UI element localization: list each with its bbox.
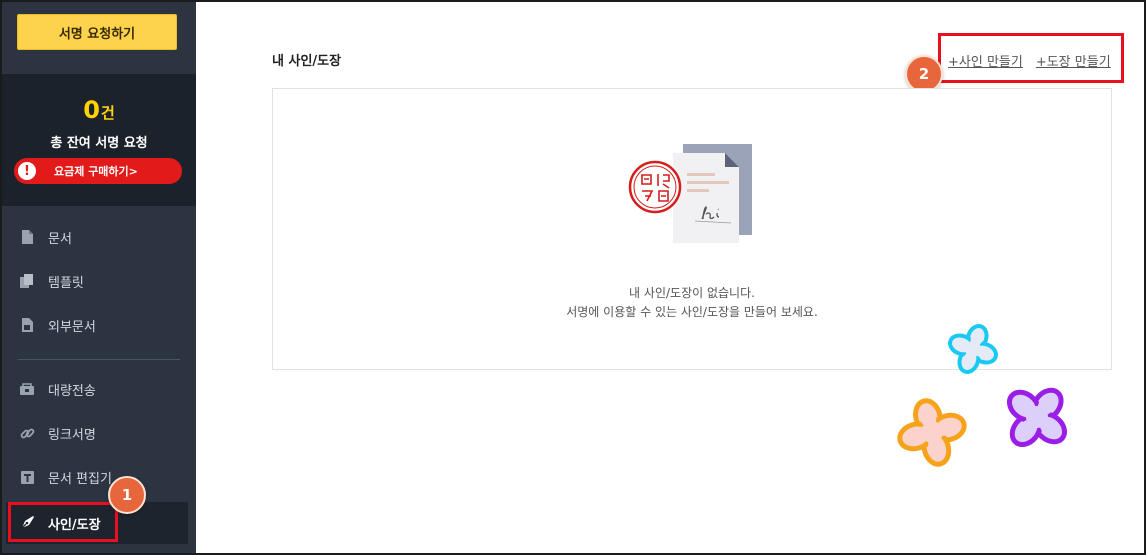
sidebar-item-document-editor[interactable]: 문서 편집기 bbox=[2, 460, 196, 494]
quota-label: 총 잔여 서명 요청 bbox=[50, 136, 148, 151]
alert-icon: ! bbox=[18, 162, 36, 180]
sidebar-item-label: 링크서명 bbox=[48, 427, 96, 443]
quota-count: 0건 bbox=[2, 96, 196, 124]
sidebar-item-label: 대량전송 bbox=[48, 383, 96, 399]
buy-plan-label: 요금제 구매하기> bbox=[54, 165, 138, 178]
empty-state-title: 내 사인/도장이 없습니다. bbox=[629, 286, 755, 300]
quota-number: 0 bbox=[83, 96, 100, 124]
sidebar-item-templates[interactable]: 템플릿 bbox=[2, 264, 196, 298]
template-icon bbox=[19, 273, 35, 289]
step-badge-1: 1 bbox=[108, 476, 146, 514]
sidebar-divider bbox=[18, 359, 180, 360]
sidebar-item-label: 외부문서 bbox=[48, 319, 96, 335]
remaining-quota-panel: 0건 총 잔여 서명 요청 ! 요금제 구매하기> bbox=[2, 74, 196, 206]
empty-state-description: 서명에 이용할 수 있는 사인/도장을 만들어 보세요. bbox=[566, 305, 818, 319]
sidebar-item-bulk-send[interactable]: 대량전송 bbox=[2, 372, 196, 406]
purple-flower-decoration bbox=[1006, 387, 1068, 448]
text-editor-icon bbox=[19, 469, 35, 485]
external-document-icon bbox=[19, 317, 35, 333]
highlight-box-sign-stamp-menu bbox=[8, 502, 118, 542]
link-icon bbox=[19, 425, 35, 441]
document-icon bbox=[19, 229, 35, 245]
sidebar-item-link-sign[interactable]: 링크서명 bbox=[2, 416, 196, 450]
sidebar-item-label: 템플릿 bbox=[48, 275, 84, 291]
sidebar: 서명 요청하기 0건 총 잔여 서명 요청 ! 요금제 구매하기> 문서 템플릿 bbox=[2, 2, 196, 553]
cyan-flower-decoration bbox=[948, 324, 998, 374]
sidebar-item-label: 문서 편집기 bbox=[48, 471, 112, 487]
empty-state-illustration bbox=[627, 141, 755, 249]
request-signature-button[interactable]: 서명 요청하기 bbox=[17, 14, 177, 50]
quota-unit: 건 bbox=[100, 104, 115, 122]
app-window: 서명 요청하기 0건 총 잔여 서명 요청 ! 요금제 구매하기> 문서 템플릿 bbox=[0, 0, 1146, 555]
sidebar-item-external-documents[interactable]: 외부문서 bbox=[2, 308, 196, 342]
highlight-box-create-links bbox=[938, 33, 1124, 83]
page-title: 내 사인/도장 bbox=[272, 54, 342, 69]
bulk-send-icon bbox=[19, 381, 35, 397]
buy-plan-button[interactable]: ! 요금제 구매하기> bbox=[14, 158, 182, 184]
sidebar-item-documents[interactable]: 문서 bbox=[2, 220, 196, 254]
orange-flower-decoration bbox=[897, 398, 967, 467]
sidebar-item-label: 문서 bbox=[48, 231, 72, 247]
